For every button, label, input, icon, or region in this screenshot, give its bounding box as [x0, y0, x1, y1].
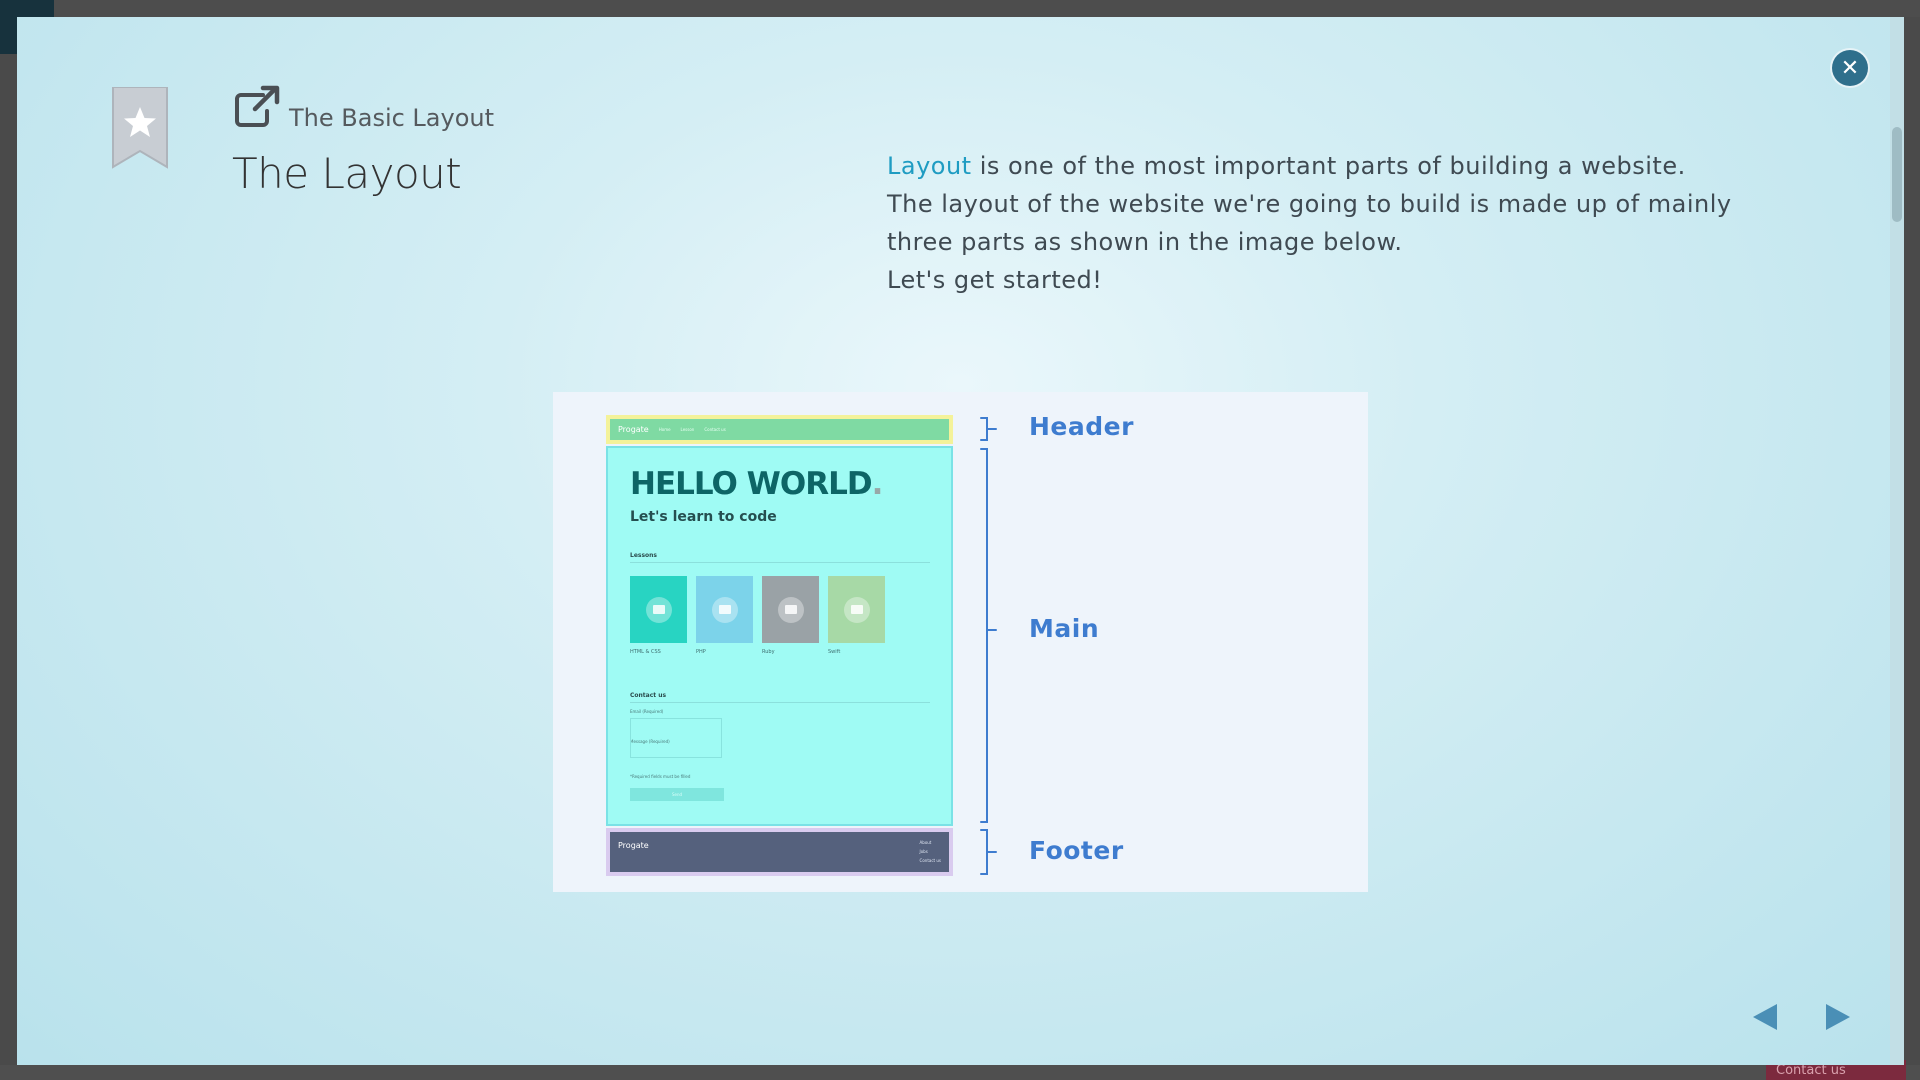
breadcrumb[interactable]: The Basic Layout [289, 104, 494, 132]
region-brackets [980, 417, 997, 875]
description-line-3: three parts as shown in the image below. [887, 228, 1403, 256]
page-title: The Layout [232, 149, 462, 198]
modal-scrollbar[interactable] [1890, 17, 1904, 1065]
description-line-2: The layout of the website we're going to… [887, 190, 1732, 218]
description-line-1-text: is one of the most important parts of bu… [971, 152, 1686, 180]
background-app-footer [0, 1065, 1920, 1080]
main-bracket [980, 448, 997, 823]
previous-arrow-icon[interactable] [1750, 1002, 1780, 1032]
close-icon: ✕ [1840, 55, 1860, 81]
layout-diagram: Progate Home Lesson Contact us HELLO WOR… [553, 392, 1368, 892]
lesson-description: Layout is one of the most important part… [887, 147, 1747, 299]
description-line-4: Let's get started! [887, 266, 1103, 294]
close-button[interactable]: ✕ [1832, 50, 1868, 86]
lesson-slide-modal: ✕ The Basic Layout The Layout Layout is … [17, 17, 1904, 1065]
description-line-1: Layout is one of the most important part… [887, 147, 1747, 185]
scrollbar-thumb[interactable] [1892, 127, 1902, 222]
layout-link[interactable]: Layout [887, 152, 972, 180]
external-link-icon[interactable] [233, 85, 281, 129]
footer-label: Footer [1029, 836, 1124, 865]
main-label: Main [1029, 614, 1100, 643]
footer-bracket [980, 829, 997, 875]
bookmark-star-icon[interactable] [111, 87, 169, 169]
background-app-bar [0, 0, 1920, 17]
header-bracket [980, 417, 997, 441]
header-label: Header [1029, 412, 1134, 441]
next-arrow-icon[interactable] [1823, 1002, 1853, 1032]
